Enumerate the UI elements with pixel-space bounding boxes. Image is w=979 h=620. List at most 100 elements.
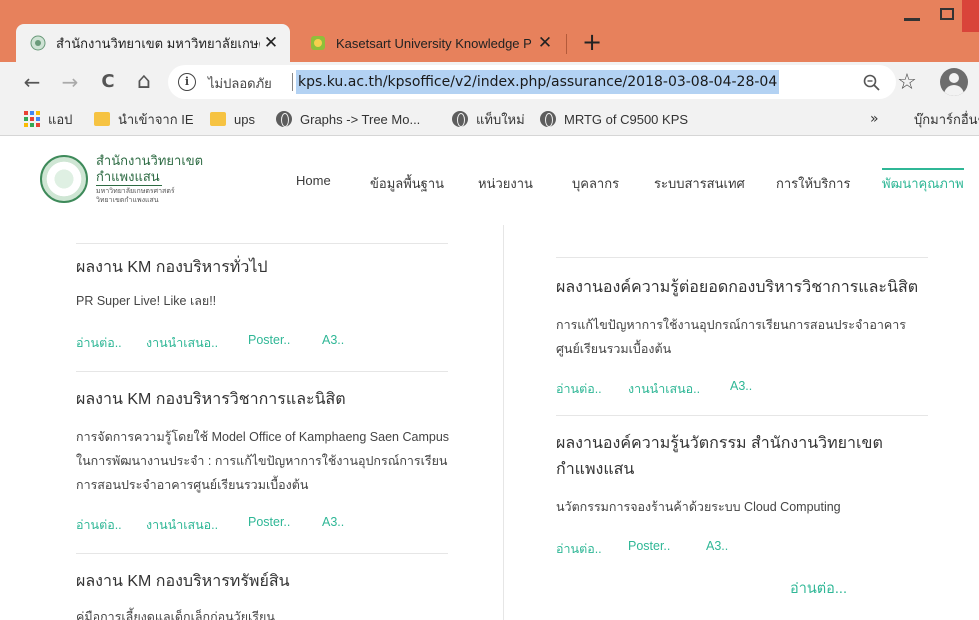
forward-button[interactable]: → bbox=[58, 70, 82, 94]
bookmarks-overflow-button[interactable]: » bbox=[870, 102, 879, 136]
bookmark-mrtg[interactable]: MRTG of C9500 KPS bbox=[540, 102, 688, 136]
address-bar[interactable]: i ไม่ปลอดภัย kps.ku.ac.th/kpsoffice/v2/i… bbox=[168, 65, 896, 99]
logo-line-1: สำนักงานวิทยาเขต bbox=[96, 153, 204, 168]
logo-sub-1: มหาวิทยาลัยเกษตรศาสตร์ bbox=[96, 188, 175, 195]
tab-kps-office[interactable]: สำนักงานวิทยาเขต มหาวิทยาลัยเกษตร ✕ bbox=[16, 24, 290, 62]
bookmark-label: แอป bbox=[48, 111, 73, 127]
university-seal-icon[interactable] bbox=[40, 155, 88, 203]
bookmark-label: ups bbox=[234, 111, 255, 127]
tab-title: สำนักงานวิทยาเขต มหาวิทยาลัยเกษตร bbox=[56, 35, 260, 51]
bookmarks-bar: แอป นำเข้าจาก IE ups Graphs -> Tree Mo..… bbox=[0, 102, 979, 136]
nav-basic-info[interactable]: ข้อมูลพื้นฐาน bbox=[370, 173, 444, 194]
presentation-link[interactable]: งานนำเสนอ.. bbox=[146, 333, 218, 353]
bookmark-label: นำเข้าจาก IE bbox=[118, 111, 194, 127]
km-extension-academic-title[interactable]: ผลงานองค์ความรู้ต่อยอดกองบริหารวิชาการแล… bbox=[556, 275, 918, 300]
bookmark-ups[interactable]: ups bbox=[210, 102, 255, 136]
km-innovation-description: นวัตกรรมการจองร้านค้าด้วยระบบ Cloud Comp… bbox=[556, 500, 841, 514]
ku-knowledge-favicon-icon bbox=[311, 36, 325, 50]
divider bbox=[556, 415, 928, 416]
globe-icon bbox=[276, 111, 292, 127]
reload-button[interactable]: C bbox=[96, 70, 120, 94]
url-input[interactable]: kps.ku.ac.th/kpsoffice/v2/index.php/assu… bbox=[296, 70, 780, 94]
divider bbox=[76, 553, 448, 554]
poster-link[interactable]: Poster.. bbox=[248, 333, 290, 347]
km-innovation-title[interactable]: ผลงานองค์ความรู้นวัตกรรม สำนักงานวิทยาเข… bbox=[556, 431, 916, 483]
bookmark-star-icon[interactable]: ☆ bbox=[894, 70, 920, 96]
url-separator bbox=[292, 73, 293, 91]
apps-icon bbox=[24, 111, 40, 127]
bookmark-label: แท็บใหม่ bbox=[476, 111, 525, 127]
km-property-admin-description: คู่มือการเลี้ยงดูแลเด็กเล็กก่อนวัยเรียน bbox=[76, 610, 275, 620]
column-divider bbox=[503, 225, 504, 620]
tab-knowledge-portal[interactable]: Kasetsart University Knowledge P ✕ bbox=[296, 24, 564, 62]
site-logo-subtitle: มหาวิทยาลัยเกษตรศาสตร์ วิทยาเขตกำแพงแสน bbox=[96, 187, 175, 205]
bookmark-other[interactable]: บุ๊กมาร์กอื่นๆ bbox=[906, 102, 979, 136]
read-more-link[interactable]: อ่านต่อ.. bbox=[76, 515, 122, 535]
bookmark-label: Graphs -> Tree Mo... bbox=[300, 111, 421, 127]
site-info-icon[interactable]: i bbox=[178, 73, 196, 91]
poster-link[interactable]: Poster.. bbox=[248, 515, 290, 529]
nav-departments[interactable]: หน่วยงาน bbox=[478, 173, 533, 194]
logo-line-2: กำแพงแสน bbox=[96, 169, 160, 184]
window-close-button[interactable] bbox=[962, 0, 979, 32]
nav-information-systems[interactable]: ระบบสารสนเทศ bbox=[654, 173, 745, 194]
globe-icon bbox=[452, 111, 468, 127]
avatar-body bbox=[944, 85, 964, 96]
home-button[interactable]: ⌂ bbox=[132, 70, 156, 94]
poster-link[interactable]: Poster.. bbox=[628, 539, 670, 553]
km-academic-admin-title[interactable]: ผลงาน KM กองบริหารวิชาการและนิสิต bbox=[76, 387, 346, 412]
browser-titlebar: สำนักงานวิทยาเขต มหาวิทยาลัยเกษตร ✕ Kase… bbox=[0, 0, 979, 62]
bookmark-graphs-tree[interactable]: Graphs -> Tree Mo... bbox=[276, 102, 420, 136]
km-general-admin-description: PR Super Live! Like เลย!! bbox=[76, 294, 217, 308]
zoom-icon[interactable] bbox=[862, 73, 882, 93]
bookmark-label: MRTG of C9500 KPS bbox=[564, 111, 689, 127]
main-content: ผลงาน KM กองบริหารทั่วไป PR Super Live! … bbox=[0, 225, 979, 620]
site-header: สำนักงานวิทยาเขต กำแพงแสน มหาวิทยาลัยเกษ… bbox=[0, 137, 979, 225]
a3-link[interactable]: A3.. bbox=[706, 539, 728, 553]
divider bbox=[76, 243, 448, 244]
nav-home[interactable]: Home bbox=[296, 173, 331, 188]
a3-link[interactable]: A3.. bbox=[730, 379, 752, 393]
bookmark-apps[interactable]: แอป bbox=[24, 102, 72, 136]
presentation-link[interactable]: งานนำเสนอ.. bbox=[628, 379, 700, 399]
kps-favicon-icon bbox=[30, 35, 46, 51]
km-academic-admin-description: การจัดการความรู้โดยใช้ Model Office of K… bbox=[76, 430, 450, 492]
logo-sub-2: วิทยาเขตกำแพงแสน bbox=[96, 197, 159, 204]
presentation-link[interactable]: งานนำเสนอ.. bbox=[146, 515, 218, 535]
tab-title: Kasetsart University Knowledge P bbox=[336, 35, 532, 51]
km-general-admin-title[interactable]: ผลงาน KM กองบริหารทั่วไป bbox=[76, 255, 268, 280]
divider bbox=[556, 257, 928, 258]
maximize-button[interactable] bbox=[940, 8, 954, 20]
profile-avatar-icon[interactable] bbox=[940, 68, 968, 96]
back-button[interactable]: ← bbox=[20, 70, 44, 94]
bookmark-import-ie[interactable]: นำเข้าจาก IE bbox=[94, 102, 194, 136]
avatar-head bbox=[949, 73, 959, 83]
site-logo-title[interactable]: สำนักงานวิทยาเขต กำแพงแสน bbox=[96, 153, 203, 185]
folder-icon bbox=[94, 112, 110, 126]
logo-rule bbox=[96, 185, 162, 186]
read-more-link[interactable]: อ่านต่อ.. bbox=[76, 333, 122, 353]
a3-link[interactable]: A3.. bbox=[322, 333, 344, 347]
bookmark-new-tab[interactable]: แท็บใหม่ bbox=[452, 102, 525, 136]
nav-personnel[interactable]: บุคลากร bbox=[572, 173, 619, 194]
browser-window: สำนักงานวิทยาเขต มหาวิทยาลัยเกษตร ✕ Kase… bbox=[0, 0, 979, 620]
nav-quality-development[interactable]: พัฒนาคุณภาพ bbox=[882, 173, 964, 194]
nav-active-indicator bbox=[882, 168, 964, 170]
minimize-button[interactable] bbox=[904, 18, 920, 21]
tab-close-icon[interactable]: ✕ bbox=[260, 33, 282, 53]
not-secure-label: ไม่ปลอดภัย bbox=[208, 76, 272, 91]
read-more-all-link[interactable]: อ่านต่อ... bbox=[790, 577, 847, 600]
tab-separator bbox=[566, 34, 567, 54]
tab-close-icon[interactable]: ✕ bbox=[534, 33, 556, 53]
read-more-link[interactable]: อ่านต่อ.. bbox=[556, 379, 602, 399]
km-extension-academic-description: การแก้ไขปัญหาการใช้งานอุปกรณ์การเรียนการ… bbox=[556, 318, 906, 356]
new-tab-button[interactable]: + bbox=[580, 28, 604, 56]
read-more-link[interactable]: อ่านต่อ.. bbox=[556, 539, 602, 559]
browser-toolbar: ← → C ⌂ i ไม่ปลอดภัย kps.ku.ac.th/kpsoff… bbox=[0, 62, 979, 102]
globe-icon bbox=[540, 111, 556, 127]
bookmark-label: บุ๊กมาร์กอื่นๆ bbox=[914, 111, 979, 127]
a3-link[interactable]: A3.. bbox=[322, 515, 344, 529]
km-property-admin-title[interactable]: ผลงาน KM กองบริหารทรัพย์สิน bbox=[76, 569, 290, 594]
nav-services[interactable]: การให้บริการ bbox=[776, 173, 850, 194]
divider bbox=[76, 371, 448, 372]
